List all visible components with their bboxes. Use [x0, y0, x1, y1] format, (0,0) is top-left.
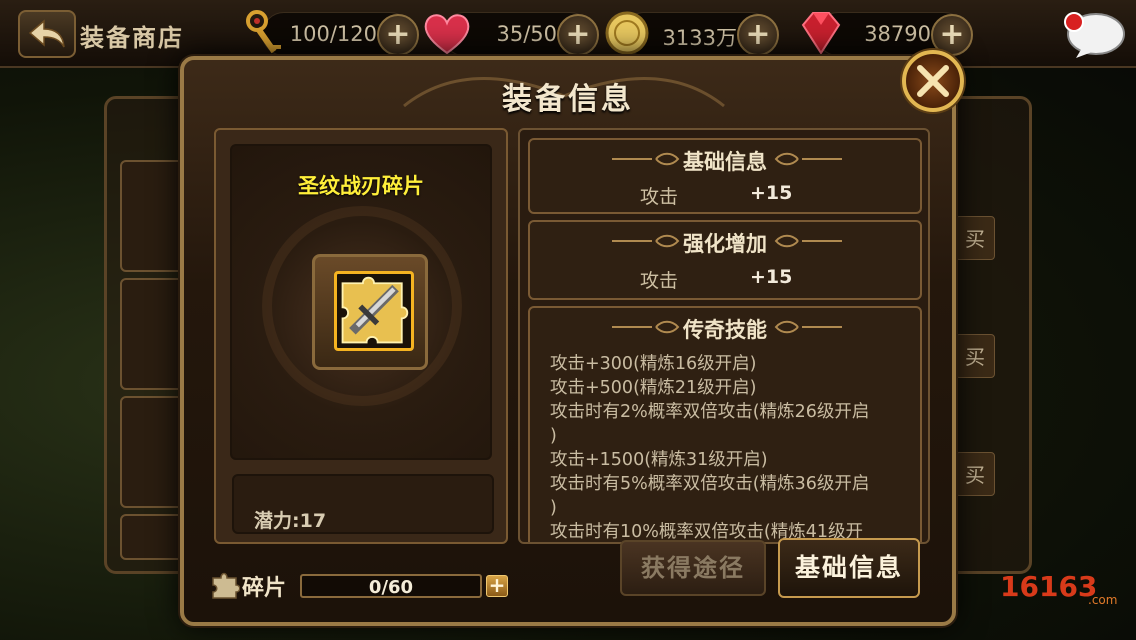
heart-add-button[interactable]: +: [557, 14, 599, 56]
back-button[interactable]: [18, 10, 76, 58]
skill-line: 攻击时有2%概率双倍攻击(精炼26级开启: [550, 402, 870, 422]
stat-value: +15: [750, 182, 793, 204]
back-arrow-icon: [28, 19, 65, 48]
stat-name: 攻击: [640, 186, 679, 208]
enhance-section: 强化增加 攻击 +15: [528, 220, 922, 300]
basic-info-title: 基础信息: [683, 150, 767, 174]
fragment-label: 碎片: [242, 576, 287, 601]
enhance-title: 强化增加: [683, 232, 767, 256]
watermark-sub: .com: [1088, 593, 1117, 607]
buy-button[interactable]: 买: [955, 334, 995, 378]
puzzle-sword-icon: [341, 276, 409, 344]
gold-coin-icon: [605, 11, 649, 55]
right-ornament-icon: [774, 152, 842, 166]
sword-fragment-icon[interactable]: [334, 271, 414, 351]
heart-value: 35/50: [496, 22, 557, 46]
obtain-source-button[interactable]: 获得途径: [620, 540, 766, 596]
potential-value: 17: [299, 510, 327, 532]
skill-line: 攻击+300(精炼16级开启): [550, 354, 757, 374]
close-icon: [917, 65, 949, 97]
ruby-value: 38790: [864, 22, 931, 46]
basic-info-button[interactable]: 基础信息: [778, 538, 920, 598]
puzzle-piece-icon: [212, 572, 240, 599]
info-panel[interactable]: 基础信息 攻击 +15 强化增加 攻击 +15 传奇技能 攻击+300(精炼16…: [518, 128, 930, 544]
fragment-progress-bar: 0/60: [300, 574, 482, 598]
item-name: 圣纹战刃碎片: [298, 174, 424, 198]
ruby-resource: 38790 +: [801, 12, 973, 56]
key-value: 100/120: [289, 22, 377, 46]
legend-skill-section: 传奇技能 攻击+300(精炼16级开启) 攻击+500(精炼21级开启) 攻击时…: [528, 306, 922, 542]
equipment-info-dialog: 装备信息 圣纹战刃碎片 潜力:17 基础信息 攻击 +15 强化增加 攻击 +1…: [180, 50, 964, 626]
item-display: 圣纹战刃碎片: [230, 144, 492, 460]
chat-bubble-icon[interactable]: [1060, 8, 1128, 60]
skill-list: 攻击+300(精炼16级开启) 攻击+500(精炼21级开启) 攻击时有2%概率…: [550, 352, 914, 542]
close-button[interactable]: [902, 50, 964, 112]
stat-name: 攻击: [640, 270, 679, 292]
skill-line: ): [550, 498, 557, 518]
potential: 潜力:17: [254, 506, 326, 533]
item-card: 圣纹战刃碎片 潜力:17: [214, 128, 508, 544]
buy-button[interactable]: 买: [955, 452, 995, 496]
basic-info-section: 基础信息 攻击 +15: [528, 138, 922, 214]
key-add-button[interactable]: +: [377, 14, 419, 56]
site-watermark-logo: 16163 .com: [1000, 570, 1117, 607]
skill-line: ): [550, 426, 557, 446]
gold-value: 3133万: [662, 26, 737, 50]
right-ornament-icon: [774, 320, 842, 334]
watermark-text: 16163: [1000, 570, 1097, 603]
fragment-add-button[interactable]: +: [486, 575, 508, 597]
ruby-gem-icon: [801, 12, 841, 55]
heart-icon: [424, 14, 470, 55]
stat-value: +15: [750, 266, 793, 288]
skill-line: 攻击+500(精炼21级开启): [550, 378, 757, 398]
fragment-progress-text: 0/60: [368, 577, 414, 598]
heart-resource: 35/50 +: [424, 12, 599, 56]
item-frame: [312, 254, 428, 370]
legend-skill-title: 传奇技能: [683, 318, 767, 342]
gold-resource: 3133万 +: [605, 11, 779, 56]
skill-line: 攻击+1500(精炼31级开启): [550, 450, 768, 470]
right-ornament-icon: [774, 234, 842, 248]
gold-add-button[interactable]: +: [737, 14, 779, 56]
key-icon: [246, 10, 281, 54]
dialog-title: 装备信息: [502, 82, 634, 117]
shop-title: 装备商店: [80, 24, 184, 52]
buy-button[interactable]: 买: [955, 216, 995, 260]
key-resource: 100/120 +: [246, 10, 419, 56]
potential-label: 潜力:: [254, 510, 300, 532]
skill-line: 攻击时有5%概率双倍攻击(精炼36级开启: [550, 474, 870, 494]
